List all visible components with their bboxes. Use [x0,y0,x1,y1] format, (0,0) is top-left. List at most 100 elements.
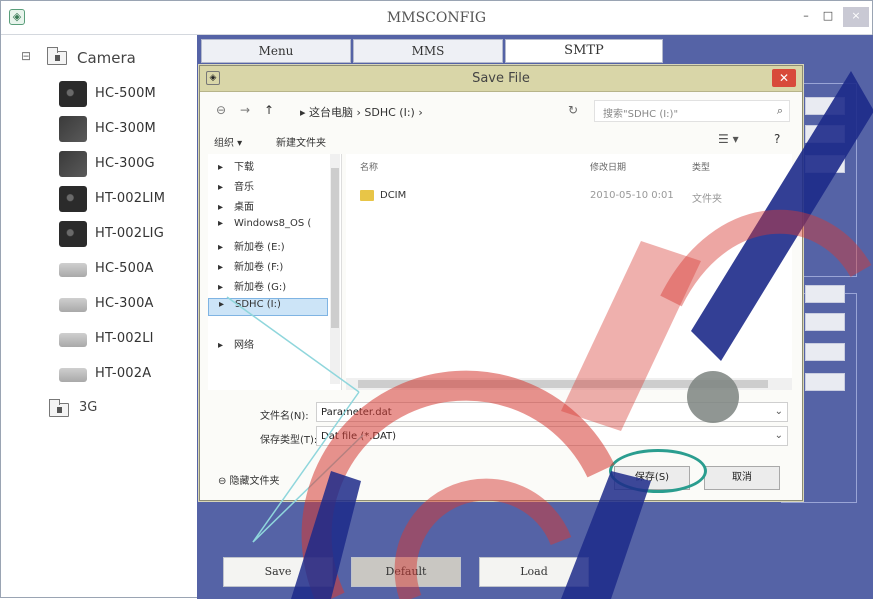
file-name: DCIM [380,190,407,201]
help-icon[interactable]: ? [774,132,780,146]
breadcrumb[interactable]: ▸ 这台电脑 › SDHC (I:) › [300,104,423,120]
view-options-icon[interactable]: ☰ ▾ [718,132,739,146]
camera-model-label: HT-002A [95,366,152,381]
filename-row: 文件名(N): Parameter.dat ⌄ [208,402,794,424]
tree-item-camera[interactable]: HC-300M [59,114,199,148]
filename-input[interactable]: Parameter.dat ⌄ [316,402,788,422]
settings-field[interactable] [805,285,845,303]
settings-field[interactable] [805,313,845,331]
camera-thumbnail-icon [59,298,87,312]
filename-value: Parameter.dat [321,407,392,418]
filename-label: 文件名(N): [260,411,309,422]
expand-icon: ▸ [218,340,224,351]
camera-model-label: HC-500A [95,261,154,276]
mmsconfig-window: ◈ MMSCONFIG – □ × ⊟ Camera HC-500M HC-30… [0,0,873,599]
back-icon[interactable]: ⊖ [216,103,226,117]
search-input[interactable]: 搜索"SDHC (I:)" ⌕ [594,100,790,122]
tree-node-3g[interactable]: 3G [29,397,129,421]
tab-mms[interactable]: MMS [353,39,503,63]
nav-item-label: 下载 [234,162,254,173]
settings-field[interactable] [805,155,845,173]
tree-node-camera[interactable]: ⊟ Camera [19,45,189,71]
load-button[interactable]: Load [479,557,589,587]
settings-field[interactable] [805,373,845,391]
organize-menu[interactable]: 组织 ▾ [214,134,242,149]
navigation-pane: ▸ 下载 ▸ 音乐 ▸ 桌面 ▸ Windows8_OS ( ▸ 新加卷 (E:) ▸ 新加… [208,154,342,390]
nav-item-drive-g[interactable]: ▸ 新加卷 (G:) [218,278,286,296]
column-header-date[interactable]: 修改日期 [590,160,626,173]
expand-icon: ▸ [218,262,224,273]
tree-item-camera[interactable]: HT-002A [59,359,199,393]
expand-icon: ▸ [218,182,224,193]
tree-item-camera[interactable]: HT-002LIG [59,219,199,253]
horizontal-scrollbar[interactable] [346,378,792,390]
nav-item-downloads[interactable]: ▸ 下载 [218,158,254,176]
dialog-close-button[interactable]: ✕ [772,69,796,87]
collapse-icon[interactable]: ⊟ [21,49,31,63]
window-title: MMSCONFIG [386,10,487,26]
up-icon[interactable]: ↑ [264,103,274,117]
chevron-down-icon[interactable]: ⌄ [775,406,783,417]
highlight-ring [609,449,707,493]
nav-item-label: 桌面 [234,202,254,213]
expand-icon: ▸ [218,282,224,293]
settings-field[interactable] [805,97,845,115]
nav-item-music[interactable]: ▸ 音乐 [218,178,254,196]
nav-item-label: 新加卷 (G:) [234,282,287,293]
filetype-select[interactable]: Dat file (*.DAT) ⌄ [316,426,788,446]
default-button[interactable]: Default [351,557,461,587]
scrollbar-thumb[interactable] [358,380,768,388]
tree-item-camera[interactable]: HT-002LIM [59,184,199,218]
hide-folders-toggle[interactable]: ⊖ 隐藏文件夹 [218,472,280,487]
camera-thumbnail-icon [59,263,87,277]
maximize-button[interactable]: □ [817,7,839,27]
address-bar: ⊖ → ↑ ▸ 这台电脑 › SDHC (I:) › ↻ 搜索"SDHC (I:… [208,100,794,124]
camera-thumbnail-icon [59,186,87,212]
file-row[interactable]: DCIM 2010-05-10 0:01 文件夹 [354,188,784,206]
tab-smtp[interactable]: SMTP [505,39,663,63]
search-icon[interactable]: ⌕ [777,104,783,118]
chevron-down-icon[interactable]: ⌄ [775,430,783,441]
save-button[interactable]: Save [223,557,333,587]
title-bar: ◈ MMSCONFIG – □ × [1,1,872,35]
settings-field[interactable] [805,343,845,361]
refresh-icon[interactable]: ↻ [568,103,578,117]
close-button[interactable]: × [843,7,869,27]
nav-item-sdhc[interactable]: ▸ SDHC (I:) [208,298,328,316]
nav-item-label: 新加卷 (F:) [234,262,284,273]
tab-menu[interactable]: Menu [201,39,351,63]
camera-model-label: HC-300M [95,121,156,136]
nav-scrollbar[interactable] [330,154,340,384]
expand-icon: ▸ [218,202,224,213]
nav-item-label: 音乐 [234,182,254,193]
nav-item-desktop[interactable]: ▸ 桌面 [218,198,254,216]
tree-node-label: Camera [77,49,136,67]
nav-item-drive-f[interactable]: ▸ 新加卷 (F:) [218,258,283,276]
tree-item-camera[interactable]: HC-500A [59,254,199,288]
tree-item-camera[interactable]: HC-300G [59,149,199,183]
camera-model-label: HC-300A [95,296,154,311]
tree-item-camera[interactable]: HC-300A [59,289,199,323]
nav-item-drive-e[interactable]: ▸ 新加卷 (E:) [218,238,285,256]
file-list: 名称 修改日期 类型 DCIM 2010-05-10 0:01 文件夹 [346,154,792,390]
nav-item-windows8-os[interactable]: ▸ Windows8_OS ( [218,218,311,236]
camera-thumbnail-icon [59,368,87,382]
expand-icon: ▸ [218,218,224,229]
column-header-type[interactable]: 类型 [692,160,710,173]
tree-item-camera[interactable]: HT-002LI [59,324,199,358]
nav-item-label: SDHC (I:) [235,299,281,310]
tree-node-label: 3G [79,400,98,415]
scrollbar-thumb[interactable] [331,168,339,328]
new-folder-button[interactable]: 新建文件夹 [276,134,326,149]
nav-item-label: 网络 [234,340,254,351]
file-type: 文件夹 [692,194,722,205]
folder-icon [360,190,374,201]
nav-item-network[interactable]: ▸ 网络 [218,336,254,354]
settings-field[interactable] [805,125,845,143]
dialog-cancel-button[interactable]: 取消 [704,466,780,490]
forward-icon[interactable]: → [240,103,250,117]
camera-model-label: HT-002LIG [95,226,164,241]
tree-item-camera[interactable]: HC-500M [59,79,199,113]
column-header-name[interactable]: 名称 [360,160,378,173]
minimize-button[interactable]: – [795,7,817,27]
